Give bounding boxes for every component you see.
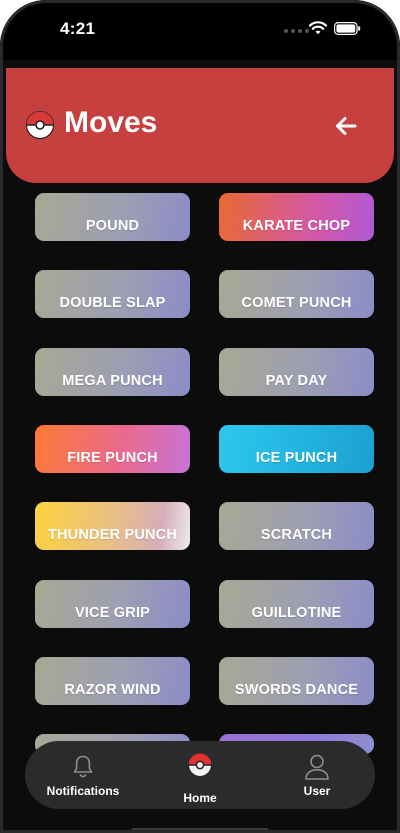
- tab-home-label: Home: [183, 791, 217, 805]
- tab-notifications-label: Notifications: [46, 784, 120, 798]
- moves-grid: POUND KARATE CHOP DOUBLE SLAP COMET PUNCH ME…: [0, 0, 400, 833]
- move-label: KARATE CHOP: [242, 218, 351, 234]
- move-button-ice-punch[interactable]: ICE PUNCH: [219, 425, 374, 473]
- move-button-fire-punch[interactable]: FIRE PUNCH: [35, 425, 190, 473]
- move-label: THUNDER PUNCH: [47, 527, 178, 543]
- move-button-karate-chop[interactable]: KARATE CHOP: [219, 193, 374, 241]
- move-button-vice-grip[interactable]: VICE GRIP: [35, 580, 190, 628]
- move-label: ICE PUNCH: [255, 450, 338, 466]
- phone-screen: 4:21 Moves POUND KARATE CHOP DOUBLE SLAP…: [0, 0, 400, 833]
- move-label: RAZOR WIND: [64, 682, 161, 698]
- move-label: GUILLOTINE: [251, 605, 342, 621]
- move-button-swords-dance[interactable]: SWORDS DANCE: [219, 657, 374, 705]
- move-label: DOUBLE SLAP: [59, 295, 166, 311]
- tab-home[interactable]: Home: [141, 741, 259, 809]
- move-label: SWORDS DANCE: [234, 682, 359, 698]
- home-indicator: [131, 828, 269, 833]
- move-label: FIRE PUNCH: [67, 450, 158, 466]
- move-button-double-slap[interactable]: DOUBLE SLAP: [35, 270, 190, 318]
- tab-user[interactable]: User: [259, 741, 375, 809]
- move-button-razor-wind[interactable]: RAZOR WIND: [35, 657, 190, 705]
- move-button-pay-day[interactable]: PAY DAY: [219, 348, 374, 396]
- move-button-mega-punch[interactable]: MEGA PUNCH: [35, 348, 190, 396]
- move-button-thunder-punch[interactable]: THUNDER PUNCH: [35, 502, 190, 550]
- pokeball-icon: [188, 753, 212, 777]
- move-label: PAY DAY: [265, 373, 328, 389]
- user-icon: [305, 754, 329, 780]
- move-label: MEGA PUNCH: [62, 373, 163, 389]
- move-button-pound[interactable]: POUND: [35, 193, 190, 241]
- move-label: SCRATCH: [260, 527, 333, 543]
- move-button-guillotine[interactable]: GUILLOTINE: [219, 580, 374, 628]
- tab-notifications[interactable]: Notifications: [25, 741, 141, 809]
- bottom-tab-bar: Notifications Home User: [25, 741, 375, 809]
- move-button-comet-punch[interactable]: COMET PUNCH: [219, 270, 374, 318]
- move-label: COMET PUNCH: [241, 295, 352, 311]
- move-label: VICE GRIP: [74, 605, 151, 621]
- tab-user-label: User: [303, 784, 331, 798]
- move-label: POUND: [85, 218, 140, 234]
- move-button-scratch[interactable]: SCRATCH: [219, 502, 374, 550]
- bell-icon: [73, 755, 93, 778]
